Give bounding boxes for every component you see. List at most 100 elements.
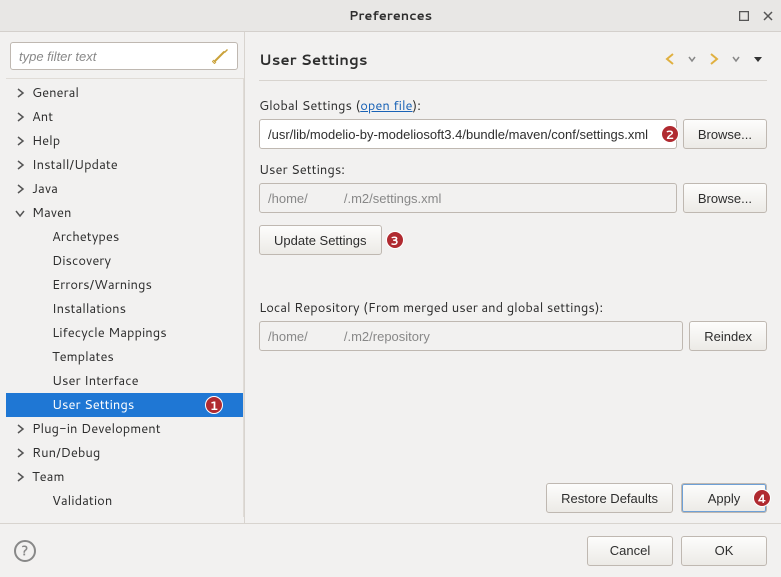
tree-item-label: Lifecycle Mappings bbox=[52, 324, 167, 342]
chevron-right-icon bbox=[12, 421, 28, 437]
tree-item-label: Templates bbox=[52, 348, 114, 366]
tree-item-user-interface[interactable]: User Interface bbox=[6, 369, 243, 393]
main-header: User Settings bbox=[259, 42, 767, 76]
sidebar: General Ant Help Install/Update Java Maven Arc… bbox=[0, 32, 244, 523]
global-settings-input-wrap: 2 bbox=[259, 119, 677, 149]
update-row: Update Settings 3 bbox=[259, 225, 767, 255]
tree-item-help[interactable]: Help bbox=[6, 129, 243, 153]
chevron-right-icon bbox=[32, 373, 48, 389]
tree-item-label: Java bbox=[32, 180, 58, 198]
local-repo-label: Local Repository (From merged user and g… bbox=[259, 299, 767, 317]
tree-item-label: User Settings bbox=[52, 396, 134, 414]
user-settings-row: Browse... bbox=[259, 183, 767, 213]
global-settings-label-prefix: Global Settings ( bbox=[259, 97, 360, 115]
chevron-right-icon bbox=[12, 109, 28, 125]
chevron-right-icon bbox=[12, 181, 28, 197]
badge-update: 3 bbox=[386, 231, 404, 249]
nav-forward-dropdown-icon[interactable] bbox=[727, 50, 745, 68]
tree-item-label: Errors/Warnings bbox=[52, 276, 152, 294]
tree-item-label: Help bbox=[32, 132, 60, 150]
help-icon[interactable]: ? bbox=[14, 540, 36, 562]
tree-item-label: General bbox=[32, 84, 79, 102]
filter-wrap bbox=[6, 38, 244, 78]
tree-item-plug-in-development[interactable]: Plug-in Development bbox=[6, 417, 243, 441]
page-title: User Settings bbox=[259, 49, 367, 70]
tree-item-label: Ant bbox=[32, 108, 53, 126]
tree-item-label: User Interface bbox=[52, 372, 139, 390]
nav-back-icon[interactable] bbox=[661, 50, 679, 68]
browse-global-button[interactable]: Browse... bbox=[683, 119, 767, 149]
nav-back-dropdown-icon[interactable] bbox=[683, 50, 701, 68]
tree-item-installations[interactable]: Installations bbox=[6, 297, 243, 321]
reindex-button[interactable]: Reindex bbox=[689, 321, 767, 351]
browse-user-button[interactable]: Browse... bbox=[683, 183, 767, 213]
cancel-button[interactable]: Cancel bbox=[587, 536, 673, 566]
tree-item-run-debug[interactable]: Run/Debug bbox=[6, 441, 243, 465]
local-repo-row: Reindex bbox=[259, 321, 767, 351]
tree-item-discovery[interactable]: Discovery bbox=[6, 249, 243, 273]
preference-tree[interactable]: General Ant Help Install/Update Java Maven Arc… bbox=[6, 78, 244, 517]
page-buttons: Restore Defaults Apply 4 bbox=[259, 473, 767, 513]
view-menu-icon[interactable] bbox=[749, 50, 767, 68]
chevron-right-icon bbox=[12, 133, 28, 149]
tree-item-label: Archetypes bbox=[52, 228, 119, 246]
tree-item-install-update[interactable]: Install/Update bbox=[6, 153, 243, 177]
chevron-right-icon bbox=[32, 493, 48, 509]
chevron-right-icon bbox=[32, 397, 48, 413]
footer-left: ? bbox=[14, 540, 36, 562]
chevron-right-icon bbox=[12, 157, 28, 173]
chevron-right-icon bbox=[12, 85, 28, 101]
tree-item-maven[interactable]: Maven bbox=[6, 201, 243, 225]
local-repo-input[interactable] bbox=[259, 321, 683, 351]
dialog-footer: ? Cancel OK bbox=[0, 523, 781, 577]
tree-item-ant[interactable]: Ant bbox=[6, 105, 243, 129]
tree-item-label: Validation bbox=[52, 492, 112, 510]
restore-defaults-button[interactable]: Restore Defaults bbox=[546, 483, 673, 513]
tree-item-label: Install/Update bbox=[32, 156, 118, 174]
global-settings-row: 2 Browse... bbox=[259, 119, 767, 149]
chevron-right-icon bbox=[32, 325, 48, 341]
chevron-down-icon bbox=[12, 205, 28, 221]
content: General Ant Help Install/Update Java Maven Arc… bbox=[0, 32, 781, 523]
badge-apply: 4 bbox=[753, 489, 771, 507]
badge-global: 2 bbox=[661, 125, 679, 143]
tree-item-general[interactable]: General bbox=[6, 81, 243, 105]
form-area: Global Settings (open file): 2 Browse...… bbox=[259, 95, 767, 513]
chevron-right-icon bbox=[32, 253, 48, 269]
separator bbox=[259, 80, 767, 81]
tree-item-team[interactable]: Team bbox=[6, 465, 243, 489]
window-controls bbox=[737, 0, 775, 32]
titlebar: Preferences bbox=[0, 0, 781, 32]
open-file-link[interactable]: open file bbox=[360, 97, 412, 115]
chevron-right-icon bbox=[12, 445, 28, 461]
user-settings-input[interactable] bbox=[259, 183, 677, 213]
nav-forward-icon[interactable] bbox=[705, 50, 723, 68]
tree-item-archetypes[interactable]: Archetypes bbox=[6, 225, 243, 249]
window-title: Preferences bbox=[349, 7, 432, 25]
tree-item-label: Team bbox=[32, 468, 64, 486]
tree-item-label: Plug-in Development bbox=[32, 420, 161, 438]
tree-item-validation[interactable]: Validation bbox=[6, 489, 243, 513]
tree-item-label: Run/Debug bbox=[32, 444, 100, 462]
footer-right: Cancel OK bbox=[587, 536, 767, 566]
tree-item-templates[interactable]: Templates bbox=[6, 345, 243, 369]
filter-input[interactable] bbox=[10, 42, 238, 70]
update-settings-button[interactable]: Update Settings bbox=[259, 225, 382, 255]
user-settings-label: User Settings: bbox=[259, 161, 767, 179]
tree-item-label: Discovery bbox=[52, 252, 111, 270]
global-settings-input[interactable] bbox=[259, 119, 677, 149]
close-icon[interactable] bbox=[761, 9, 775, 23]
nav-arrows bbox=[661, 50, 767, 68]
global-settings-label-suffix: ): bbox=[413, 97, 421, 115]
chevron-right-icon bbox=[32, 301, 48, 317]
tree-item-java[interactable]: Java bbox=[6, 177, 243, 201]
chevron-right-icon bbox=[32, 349, 48, 365]
ok-button[interactable]: OK bbox=[681, 536, 767, 566]
chevron-right-icon bbox=[12, 469, 28, 485]
chevron-right-icon bbox=[32, 229, 48, 245]
tree-item-errors-warnings[interactable]: Errors/Warnings bbox=[6, 273, 243, 297]
tree-item-label: Maven bbox=[32, 204, 72, 222]
maximize-icon[interactable] bbox=[737, 9, 751, 23]
tree-item-user-settings[interactable]: User Settings1 bbox=[6, 393, 243, 417]
tree-item-lifecycle-mappings[interactable]: Lifecycle Mappings bbox=[6, 321, 243, 345]
